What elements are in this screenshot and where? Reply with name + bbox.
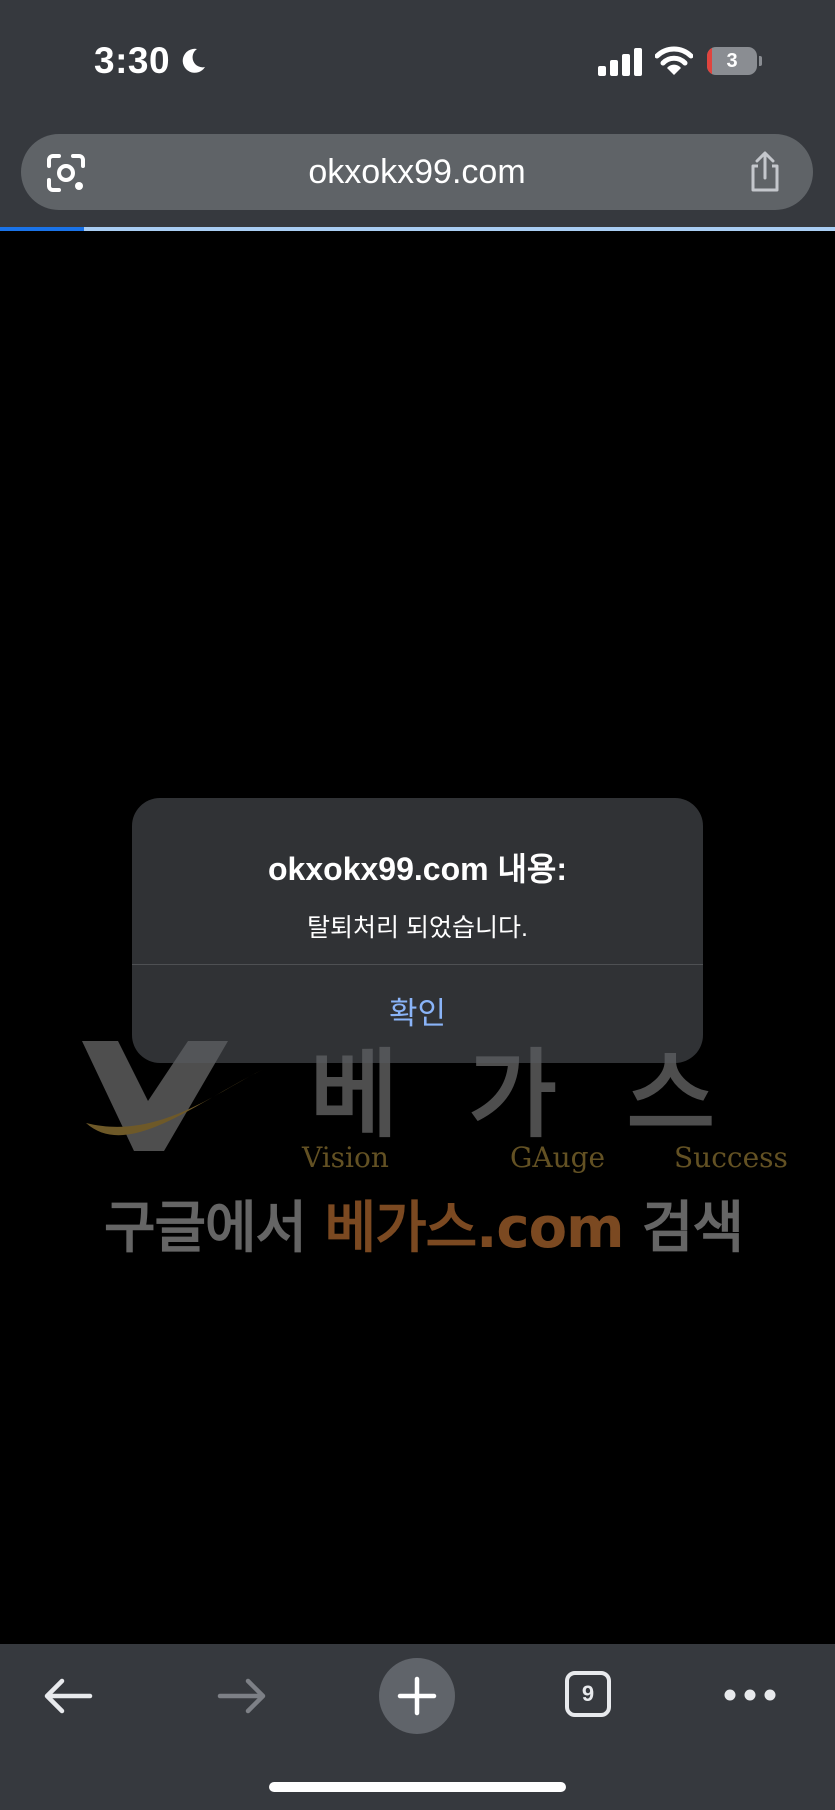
url-text[interactable]: okxokx99.com <box>121 134 713 210</box>
watermark-banner-prefix: 구글에서 <box>104 1196 325 1261</box>
tab-switcher-icon[interactable]: 9 <box>565 1671 611 1717</box>
watermark-slogan-vision: Vision <box>302 1141 389 1174</box>
battery-tip <box>759 56 762 66</box>
top-chrome: 3:30 3 okxokx99.com <box>0 0 835 231</box>
alert-title: okxokx99.com 내용: <box>268 851 567 887</box>
forward-arrow-icon[interactable] <box>214 1668 270 1724</box>
tab-count: 9 <box>581 1681 595 1706</box>
watermark-banner: 구글에서 베가스.com 검색 <box>104 1183 794 1264</box>
google-lens-icon[interactable] <box>45 152 87 194</box>
watermark-slogan-success: Success <box>674 1141 788 1174</box>
alert-message: 탈퇴처리 되었습니다. <box>307 914 528 942</box>
cellular-signal-icon <box>598 48 642 76</box>
watermark-banner-suffix: 검색 <box>623 1196 744 1261</box>
wifi-icon <box>655 46 693 75</box>
alert-divider <box>132 964 703 965</box>
more-horizontal-icon[interactable] <box>722 1680 778 1710</box>
home-indicator[interactable] <box>269 1782 566 1792</box>
new-tab-button[interactable] <box>379 1658 455 1734</box>
battery-level: 3 <box>726 50 738 72</box>
status-time: 3:30 <box>94 40 171 81</box>
watermark-slogan-gauge: GAuge <box>510 1141 606 1174</box>
battery-body: 3 <box>707 47 757 75</box>
back-arrow-icon[interactable] <box>40 1668 96 1724</box>
watermark-banner-accent: 베가스.com <box>324 1196 625 1261</box>
browser-screen: 3:30 3 okxokx99.com 베가스 Vision GAuge Suc… <box>0 0 835 1810</box>
alert-dialog: okxokx99.com 내용: 탈퇴처리 되었습니다. 확인 <box>132 798 703 1063</box>
share-icon[interactable] <box>745 150 785 194</box>
battery-icon: 3 <box>707 47 762 75</box>
plus-icon <box>397 1676 437 1716</box>
moon-icon <box>182 48 205 73</box>
address-bar[interactable]: okxokx99.com <box>21 134 813 210</box>
alert-ok-button[interactable]: 확인 <box>132 966 703 1062</box>
